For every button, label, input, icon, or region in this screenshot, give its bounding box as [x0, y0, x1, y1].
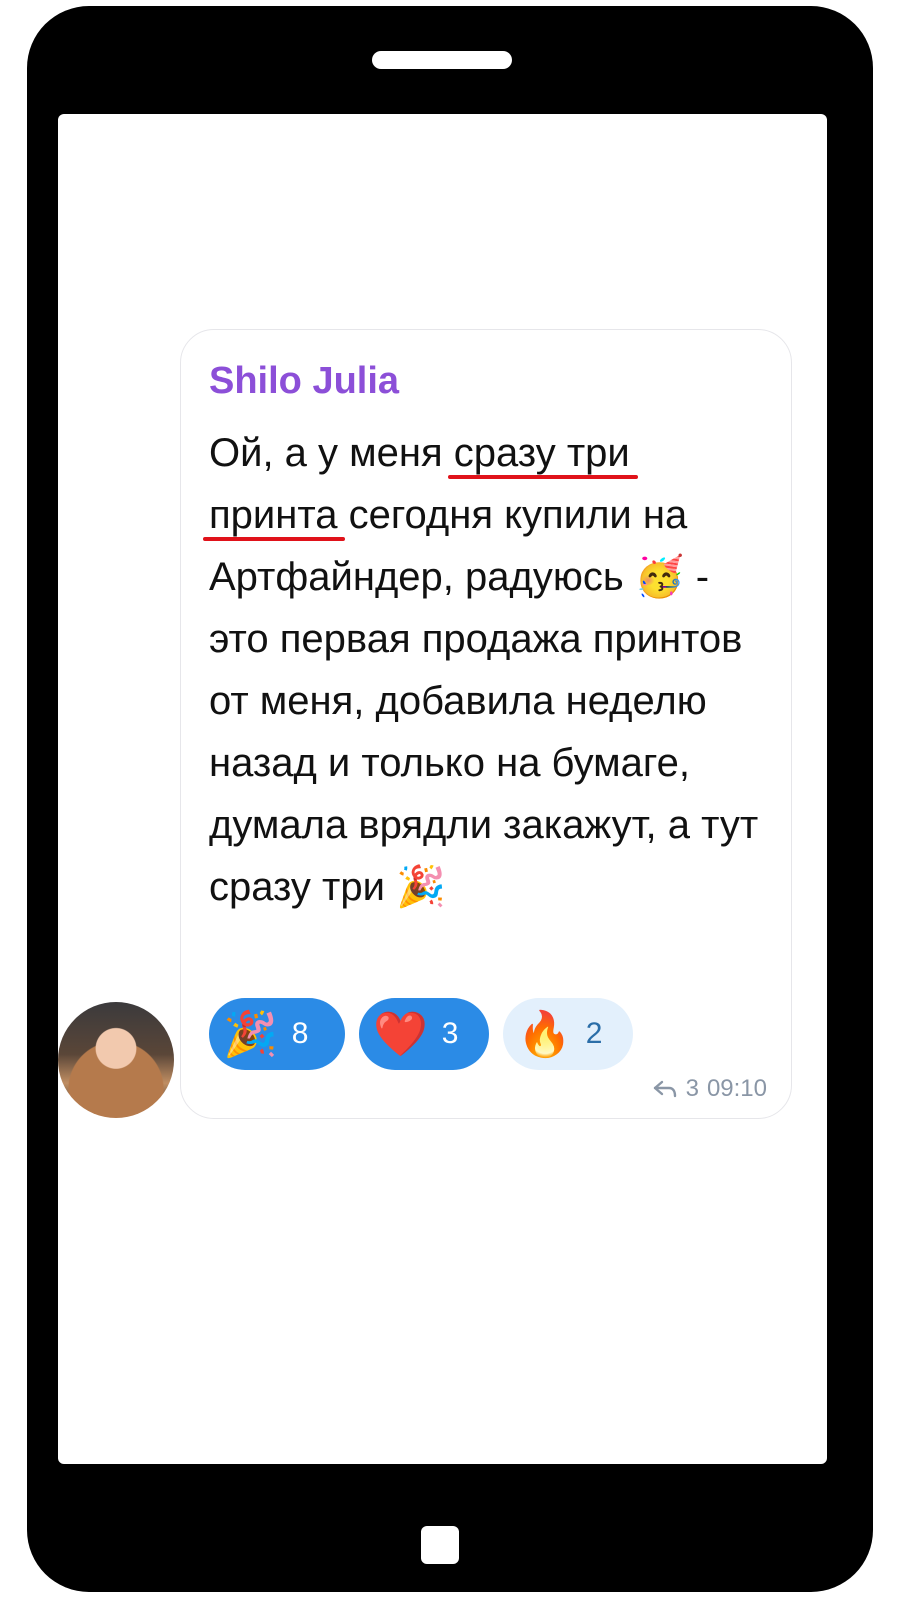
fire-icon: 🔥	[517, 1009, 572, 1060]
text-segment: Ой, а у меня	[209, 431, 454, 475]
text-segment: Артфайндер, радуюсь	[209, 555, 635, 599]
reaction-fire[interactable]: 🔥 2	[503, 998, 633, 1070]
phone-screen: Shilo Julia Ой, а у меня сразу три принт…	[58, 114, 827, 1464]
message-line: принта сегодня купили на	[209, 484, 809, 546]
heart-icon: ❤️	[373, 1009, 428, 1060]
phone-frame: Shilo Julia Ой, а у меня сразу три принт…	[27, 6, 873, 1592]
message-text: Ой, а у меня сразу три принта сегодня ку…	[209, 422, 809, 918]
underlined-text: сразу три	[453, 431, 630, 475]
home-button[interactable]	[421, 1526, 459, 1564]
message-line: это первая продажа принтов	[209, 617, 743, 661]
text-segment: сегодня купили на	[337, 493, 688, 537]
message-line: от меня, добавила неделю	[209, 679, 707, 723]
reaction-count: 8	[291, 1017, 309, 1050]
reply-arrow-icon[interactable]	[652, 1079, 678, 1099]
message-line: сразу три 🎉	[209, 856, 809, 918]
text-segment: -	[684, 555, 710, 599]
reaction-count: 2	[585, 1017, 603, 1050]
underlined-text: принта	[209, 493, 338, 537]
message-line: Ой, а у меня сразу три	[209, 422, 809, 484]
reply-count[interactable]: 3	[686, 1075, 699, 1103]
reaction-count: 3	[441, 1017, 459, 1050]
message-line: назад и только на бумаге,	[209, 741, 690, 785]
party-popper-icon: 🎉	[223, 1009, 278, 1060]
message-line: думала врядли закажут, а тут	[209, 803, 759, 847]
sender-name[interactable]: Shilo Julia	[209, 360, 399, 403]
reactions-bar: 🎉 8 ❤️ 3 🔥 2	[209, 998, 633, 1070]
reaction-party-popper[interactable]: 🎉 8	[209, 998, 345, 1070]
phone-speaker	[372, 51, 512, 69]
reaction-heart[interactable]: ❤️ 3	[359, 998, 489, 1070]
text-segment: сразу три	[209, 865, 397, 909]
user-avatar[interactable]	[58, 1002, 174, 1118]
party-popper-emoji: 🎉	[396, 864, 446, 910]
partying-face-emoji: 🥳	[634, 554, 685, 600]
message-line: Артфайндер, радуюсь 🥳 -	[209, 546, 809, 608]
message-meta: 3 09:10	[652, 1075, 767, 1103]
message-time: 09:10	[706, 1075, 767, 1102]
message-bubble[interactable]: Shilo Julia Ой, а у меня сразу три принт…	[180, 329, 792, 1119]
